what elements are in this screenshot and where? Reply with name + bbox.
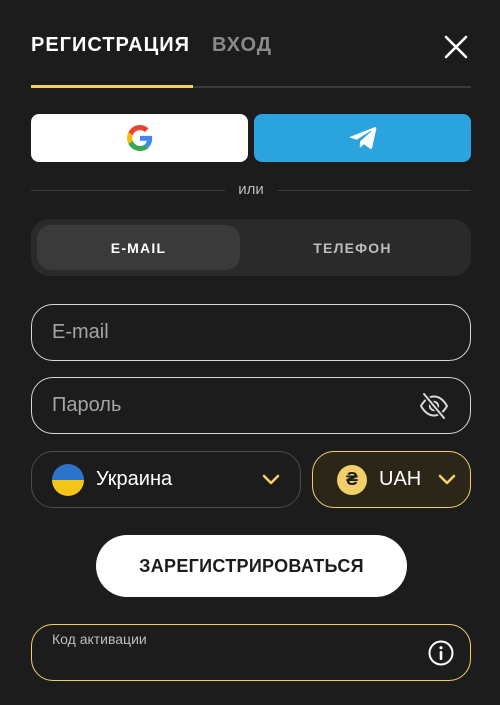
country-select[interactable]: Украина <box>31 451 301 508</box>
email-field[interactable] <box>31 304 471 361</box>
toggle-phone[interactable]: ТЕЛЕФОН <box>251 225 454 270</box>
close-icon[interactable] <box>442 33 470 61</box>
register-button[interactable]: ЗАРЕГИСТРИРОВАТЬСЯ <box>96 535 407 597</box>
method-toggle: E-MAIL ТЕЛЕФОН <box>31 219 471 276</box>
eye-off-icon[interactable] <box>418 390 450 422</box>
chevron-down-icon <box>438 474 456 484</box>
country-value: Украина <box>96 468 173 490</box>
google-login-button[interactable] <box>31 114 248 162</box>
activation-code-label: Код активации <box>52 631 147 647</box>
email-input[interactable] <box>52 321 450 344</box>
tab-login[interactable]: ВХОД <box>212 34 272 57</box>
divider-text: или <box>238 181 264 198</box>
password-field[interactable] <box>31 377 471 434</box>
info-icon[interactable] <box>428 640 454 666</box>
chevron-down-icon <box>262 474 280 484</box>
ukraine-flag-icon <box>52 463 84 496</box>
password-input[interactable] <box>52 394 418 417</box>
active-tab-indicator <box>31 85 193 88</box>
currency-select[interactable]: ₴ UAH <box>312 451 471 508</box>
hryvnia-icon: ₴ <box>337 464 367 495</box>
google-icon <box>126 125 152 151</box>
divider-line-left <box>31 190 225 191</box>
telegram-login-button[interactable] <box>254 114 471 162</box>
auth-tabs: РЕГИСТРАЦИЯ ВХОД <box>31 34 272 57</box>
toggle-email[interactable]: E-MAIL <box>37 225 240 270</box>
activation-code-field[interactable]: Код активации <box>31 624 471 681</box>
activation-code-input[interactable] <box>52 651 422 669</box>
currency-value: UAH <box>379 468 422 490</box>
tab-register[interactable]: РЕГИСТРАЦИЯ <box>31 34 190 57</box>
divider-line-right <box>277 190 471 191</box>
telegram-icon <box>349 127 376 149</box>
